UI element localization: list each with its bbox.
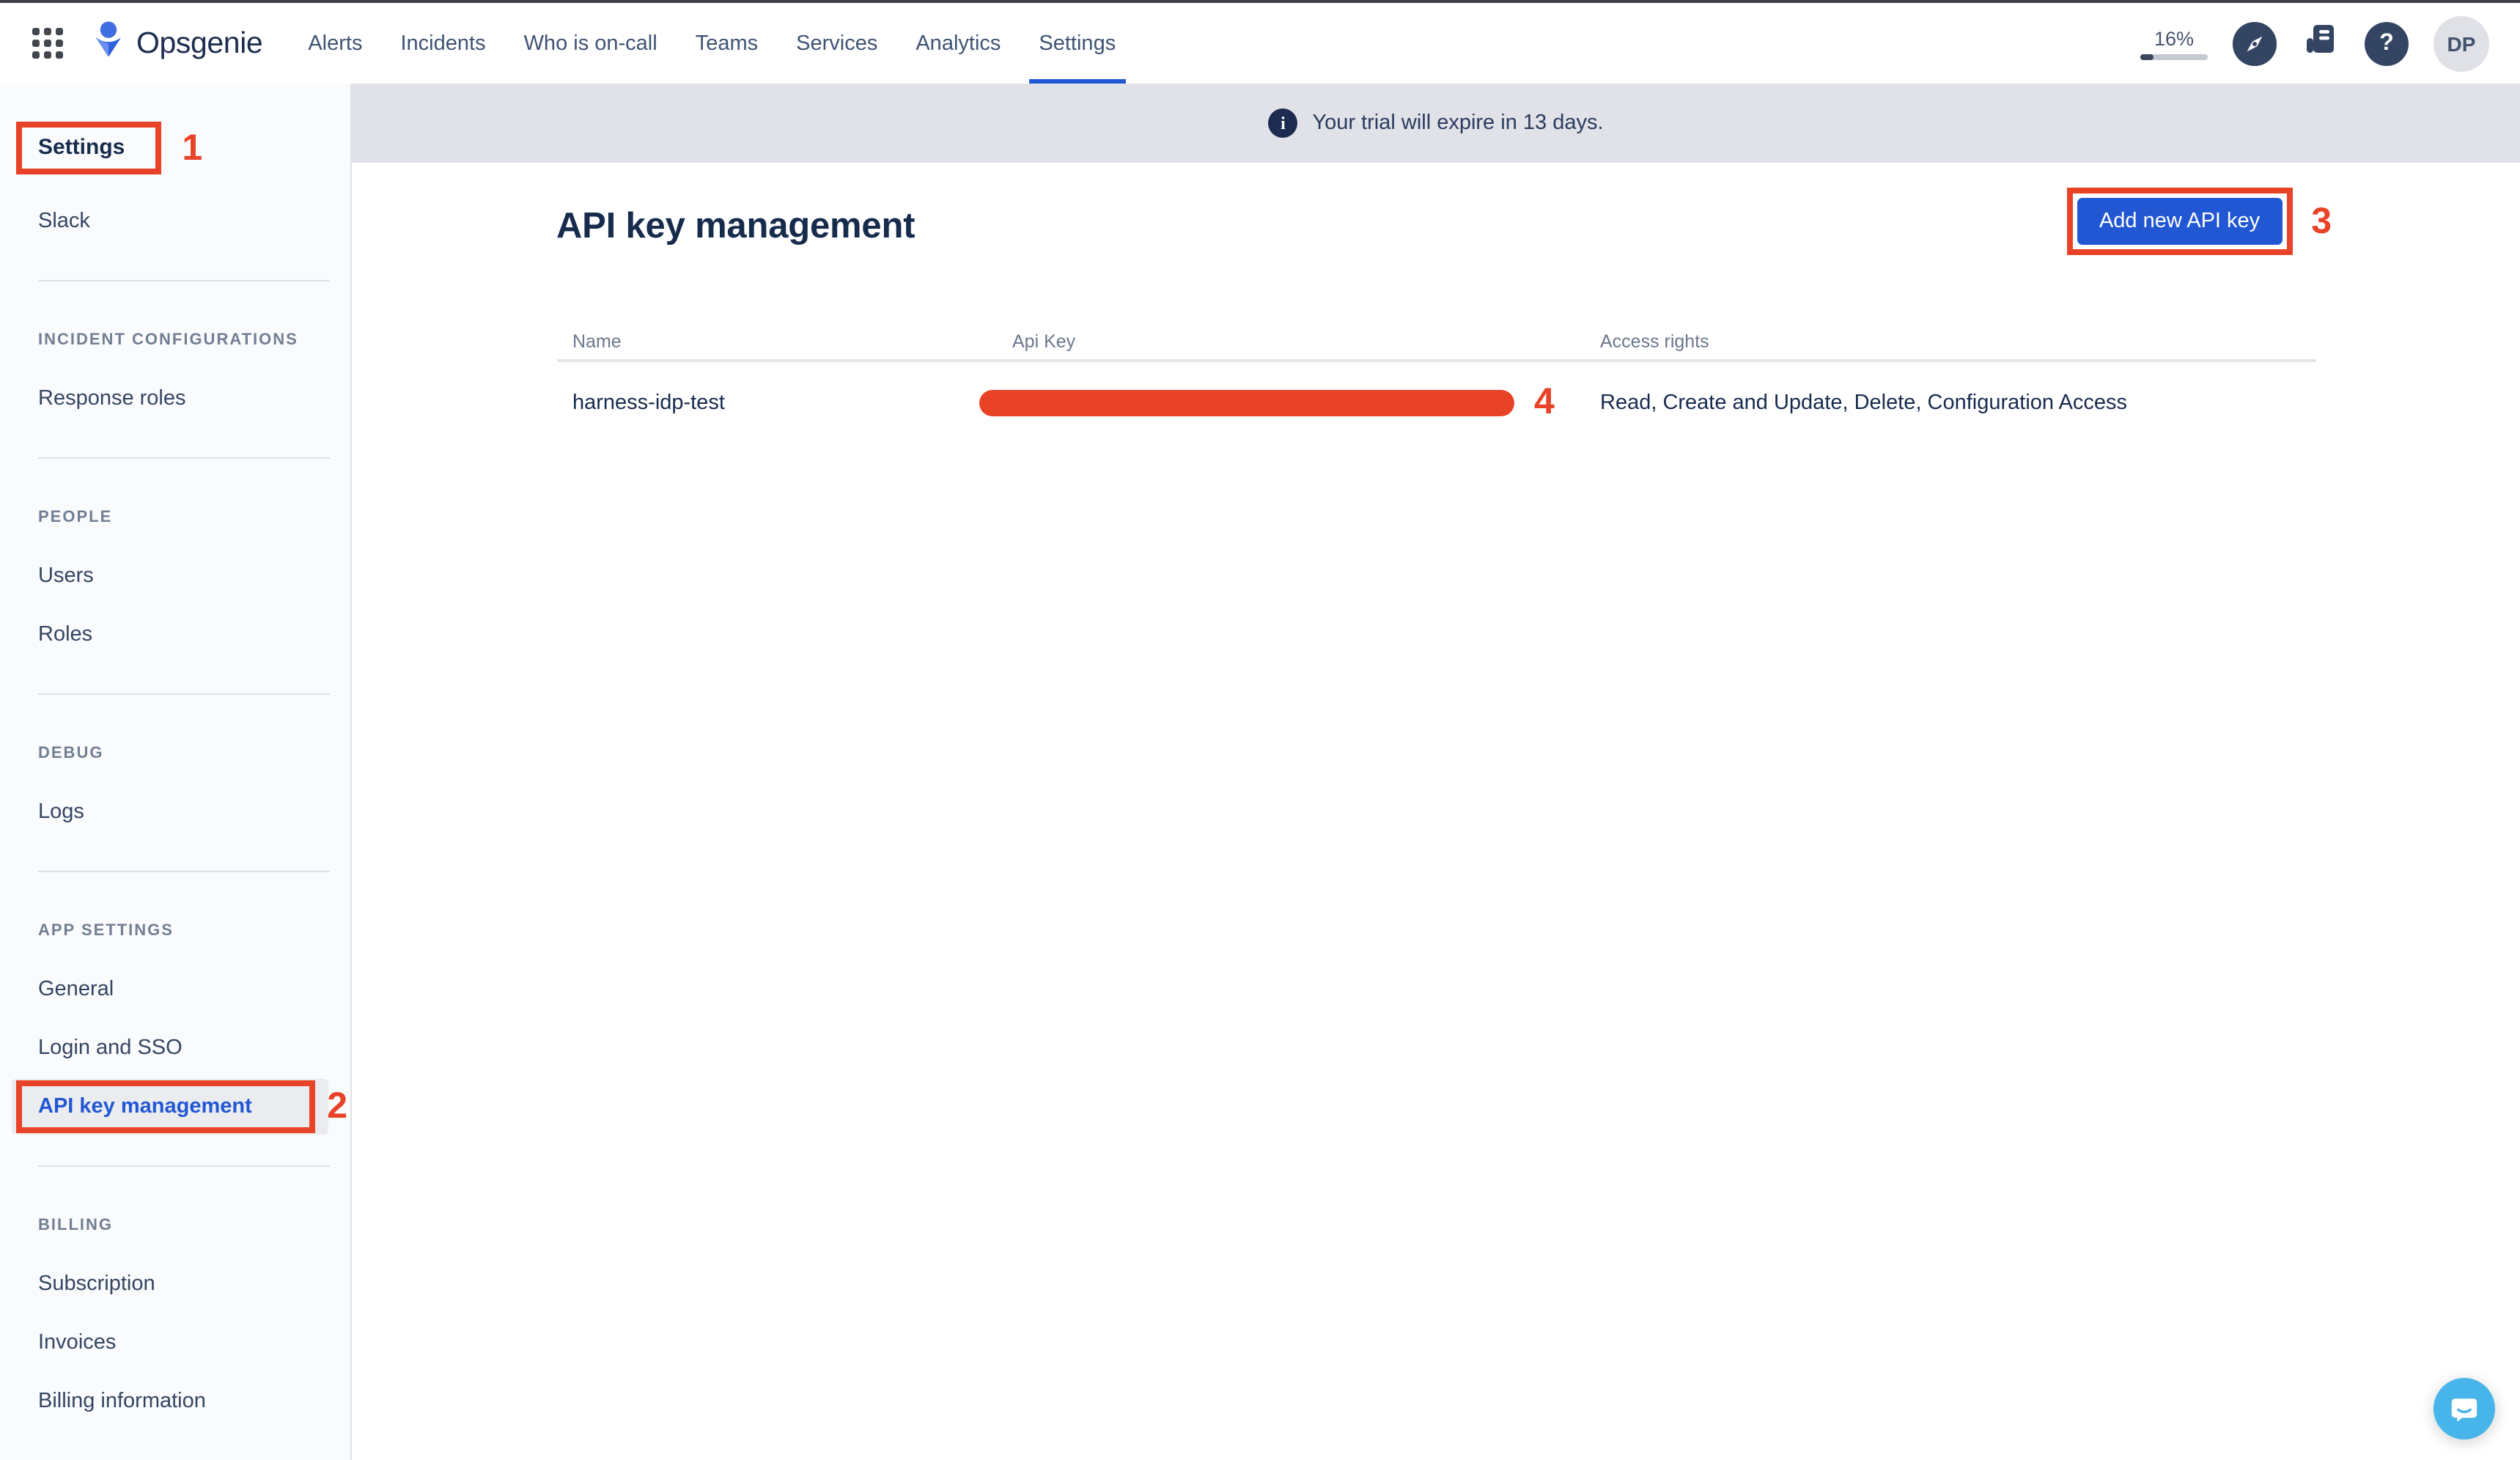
annotation-step-2: 2: [327, 1085, 347, 1128]
column-header-name: Name: [556, 331, 979, 351]
access-rights-cell: Read, Create and Update, Delete, Configu…: [1600, 389, 2315, 416]
api-key-value-cell: 4: [979, 381, 1600, 424]
user-avatar[interactable]: DP: [2434, 15, 2489, 71]
page-title: API key management: [556, 207, 915, 248]
sidebar-item-billing-information[interactable]: Billing information: [0, 1372, 350, 1431]
column-header-api-key: Api Key: [979, 331, 1600, 351]
settings-sidebar: Settings 1 Slack INCIDENT CONFIGURATIONS…: [0, 84, 352, 1460]
sidebar-item-api-key-management-label: API key management: [0, 1095, 252, 1118]
release-notes-icon[interactable]: [2302, 21, 2340, 66]
trial-usage-indicator[interactable]: 16%: [2140, 27, 2208, 59]
sidebar-item-logs[interactable]: Logs: [0, 783, 350, 841]
api-keys-table: Name Api Key Access rights harness-idp-t…: [556, 322, 2315, 443]
opsgenie-app-window: Opsgenie Alerts Incidents Who is on-call…: [0, 0, 2520, 1460]
column-header-access-rights: Access rights: [1600, 331, 2315, 351]
nav-tab-services[interactable]: Services: [796, 3, 877, 84]
nav-tab-teams[interactable]: Teams: [696, 3, 758, 84]
sidebar-section-people: PEOPLE: [38, 503, 350, 532]
sidebar-item-settings[interactable]: Settings 1: [16, 122, 350, 174]
sidebar-item-settings-label: Settings: [38, 135, 125, 160]
sidebar-item-slack[interactable]: Slack: [0, 192, 350, 251]
sidebar-item-roles[interactable]: Roles: [0, 605, 350, 664]
sidebar-item-response-roles[interactable]: Response roles: [0, 369, 350, 428]
chat-launcher-icon[interactable]: [2434, 1378, 2495, 1439]
avatar-initials: DP: [2447, 32, 2476, 55]
sidebar-item-invoices[interactable]: Invoices: [0, 1313, 350, 1372]
sidebar-divider: [38, 280, 330, 281]
sidebar-divider: [38, 693, 330, 695]
sidebar-section-billing: BILLING: [38, 1211, 350, 1240]
trial-expiry-text: Your trial will expire in 13 days.: [1312, 111, 1603, 135]
sidebar-divider: [38, 1165, 330, 1167]
sidebar-item-subscription[interactable]: Subscription: [0, 1255, 350, 1313]
nav-tab-settings[interactable]: Settings: [1039, 3, 1116, 84]
primary-nav: Alerts Incidents Who is on-call Teams Se…: [308, 3, 1116, 84]
annotation-box-1: Settings: [16, 122, 161, 174]
sidebar-divider: [38, 871, 330, 872]
nav-tab-alerts[interactable]: Alerts: [308, 3, 362, 84]
add-new-api-key-button[interactable]: Add new API key: [2077, 198, 2282, 245]
opsgenie-logo-text: Opsgenie: [136, 26, 262, 61]
sidebar-item-login-and-sso[interactable]: Login and SSO: [0, 1019, 350, 1077]
add-api-key-group: Add new API key 3: [2067, 188, 2332, 255]
opsgenie-logo[interactable]: Opsgenie: [91, 21, 262, 66]
sidebar-item-api-key-management[interactable]: API key management 2: [0, 1077, 350, 1136]
api-key-name-cell: harness-idp-test: [556, 389, 979, 416]
sidebar-section-debug: DEBUG: [38, 739, 350, 768]
whats-new-compass-icon[interactable]: [2233, 21, 2277, 65]
sidebar-section-incident-configurations: INCIDENT CONFIGURATIONS: [38, 325, 350, 355]
trial-usage-progressbar: [2140, 54, 2208, 59]
nav-tab-who-is-on-call[interactable]: Who is on-call: [524, 3, 657, 84]
nav-tab-analytics[interactable]: Analytics: [915, 3, 1001, 84]
sidebar-section-app-settings: APP SETTINGS: [38, 916, 350, 945]
sidebar-divider: [38, 457, 330, 459]
annotation-step-4: 4: [1534, 381, 1555, 424]
main-content: i Your trial will expire in 13 days. API…: [352, 84, 2520, 1460]
navbar-right-cluster: 16% ?: [2140, 3, 2489, 84]
annotation-step-1: 1: [182, 127, 202, 169]
top-navbar: Opsgenie Alerts Incidents Who is on-call…: [0, 3, 2520, 84]
annotation-box-3: Add new API key: [2067, 188, 2292, 255]
page-header: API key management Add new API key 3: [556, 192, 2315, 262]
trial-usage-percent: 16%: [2154, 27, 2194, 49]
app-switcher-icon[interactable]: [32, 28, 63, 59]
sidebar-item-users[interactable]: Users: [0, 547, 350, 605]
nav-tab-incidents[interactable]: Incidents: [400, 3, 485, 84]
trial-expiry-banner: i Your trial will expire in 13 days.: [352, 84, 2520, 163]
api-keys-table-header: Name Api Key Access rights: [556, 322, 2315, 362]
sidebar-item-general[interactable]: General: [0, 960, 350, 1019]
opsgenie-logo-icon: [91, 21, 126, 66]
help-glyph: ?: [2379, 30, 2394, 56]
table-row[interactable]: harness-idp-test 4 Read, Create and Upda…: [556, 362, 2315, 443]
help-icon[interactable]: ?: [2365, 21, 2409, 65]
info-icon: i: [1268, 108, 1297, 138]
api-key-redaction-bar: [979, 389, 1514, 416]
annotation-step-3: 3: [2311, 200, 2332, 243]
